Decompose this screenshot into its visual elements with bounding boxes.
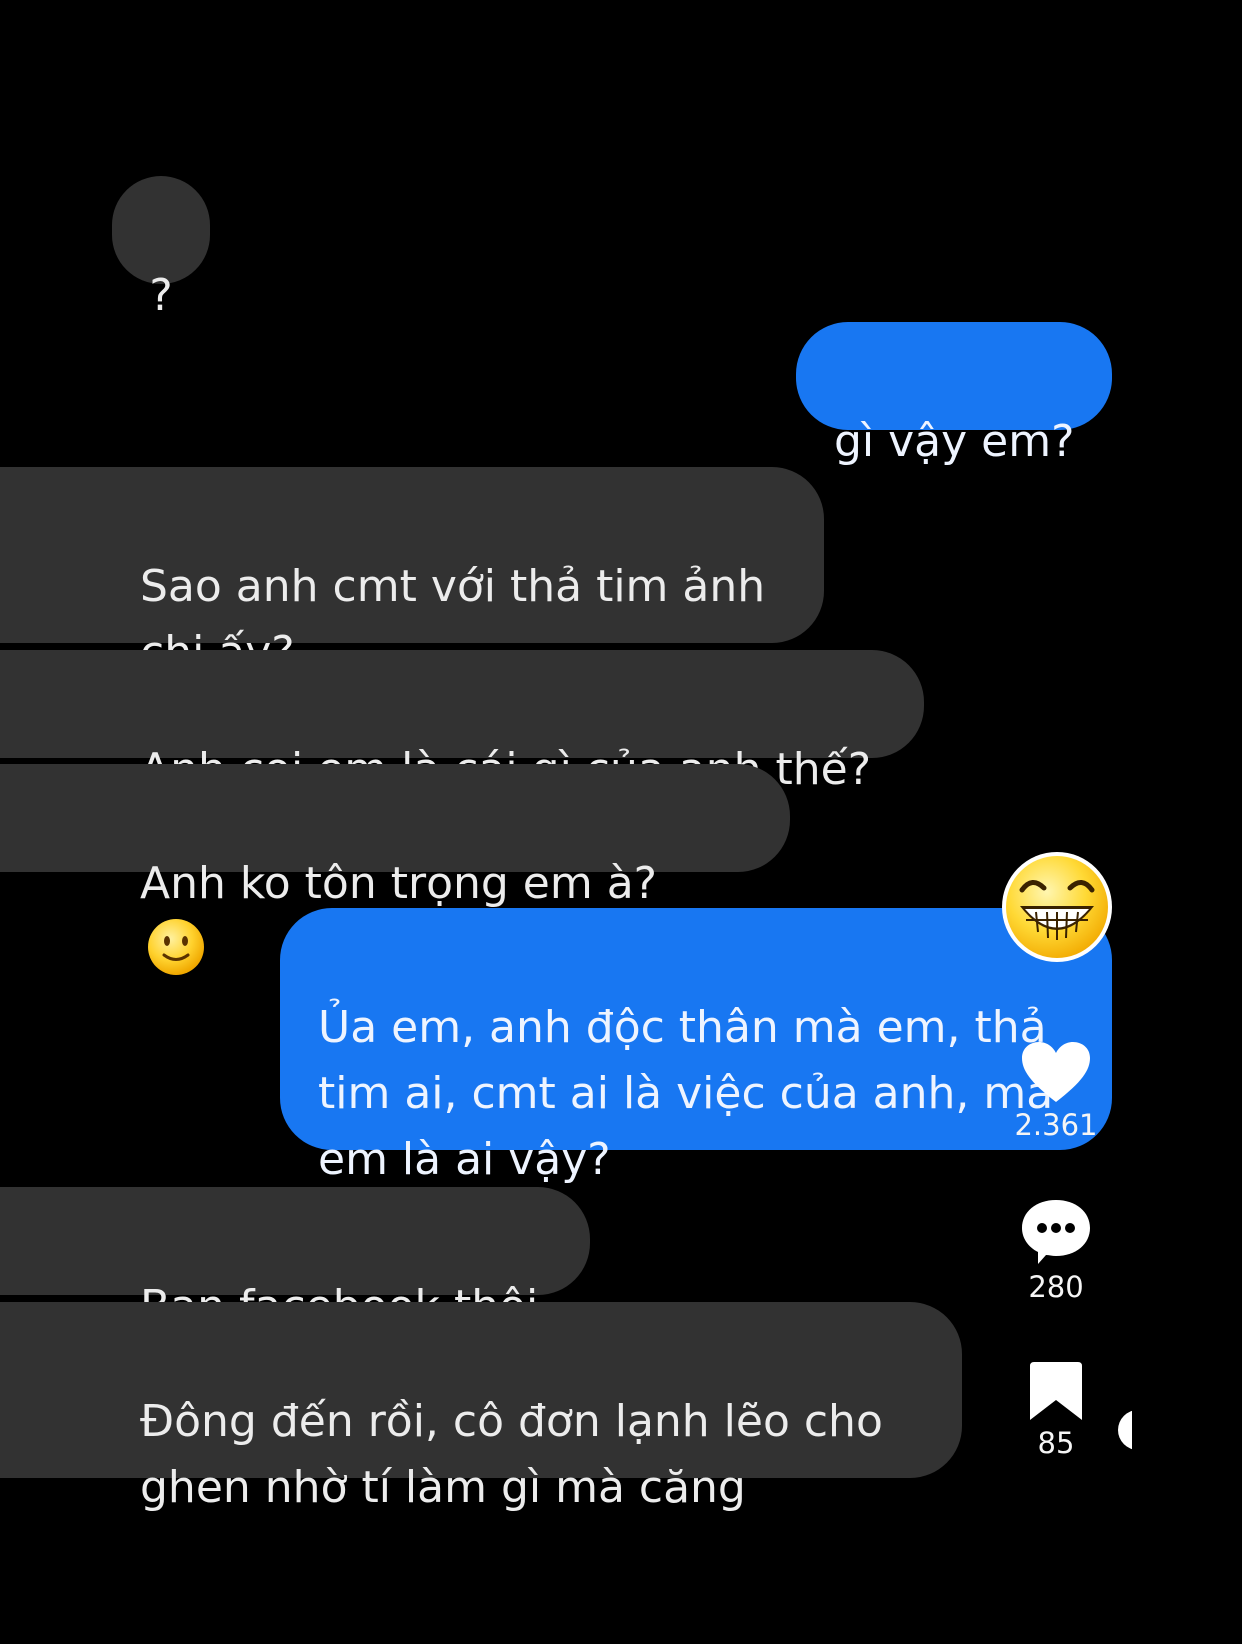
heart-icon — [1022, 1042, 1090, 1102]
slightly-smiling-face-icon — [148, 919, 204, 975]
sent-message: gì vậy em? — [796, 322, 1112, 467]
bookmark-button[interactable]: 85 — [1000, 1360, 1112, 1460]
comment-count: 280 — [1028, 1270, 1084, 1304]
bookmark-icon — [1030, 1362, 1082, 1420]
message-text: Đông đến rồi, cô đơn lạnh lẽo cho ghen n… — [140, 1396, 883, 1513]
sent-message: Ủa em, anh độc thân mà em, thả tim ai, c… — [280, 908, 1112, 1185]
comment-bubble-icon — [1022, 1200, 1090, 1264]
message-text: Ủa em, anh độc thân mà em, thả tim ai, c… — [318, 1002, 1054, 1185]
received-message: Sao anh cmt với thả tim ảnh chị ấy? — [0, 467, 824, 678]
message-text: ? — [149, 270, 173, 321]
message-text: Anh ko tôn trọng em à? — [140, 858, 658, 909]
received-message: Bạn facebook thôi — [0, 1187, 590, 1332]
share-button-partial[interactable] — [1118, 1410, 1132, 1450]
bookmark-count: 85 — [1037, 1426, 1075, 1460]
received-message: Đông đến rồi, cô đơn lạnh lẽo cho ghen n… — [0, 1302, 962, 1513]
message-text: gì vậy em? — [834, 416, 1075, 467]
received-message: ? — [112, 176, 210, 321]
received-message: Anh coi em là cái gì của anh thế? — [0, 650, 924, 795]
comment-button[interactable]: 280 — [1000, 1198, 1112, 1304]
chat-screenshot: ? gì vậy em? Sao anh cmt với thả tim ảnh… — [0, 0, 1242, 1644]
grinning-face-sticker-icon[interactable] — [1000, 850, 1114, 964]
received-message: Anh ko tôn trọng em à? — [0, 764, 790, 975]
like-button[interactable]: 2.361 — [1000, 1040, 1112, 1142]
like-count: 2.361 — [1014, 1108, 1098, 1142]
